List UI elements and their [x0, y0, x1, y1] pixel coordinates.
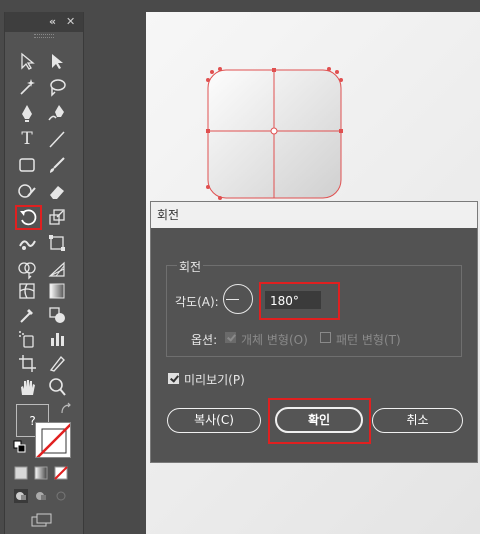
shaper-icon[interactable] — [16, 180, 38, 202]
shape-builder-icon[interactable] — [16, 258, 38, 280]
curvature-icon[interactable] — [46, 102, 68, 124]
symbol-sprayer-icon[interactable] — [16, 328, 38, 350]
direct-selection-icon[interactable] — [46, 50, 68, 72]
transform-objects-checkbox[interactable] — [225, 332, 236, 343]
panel-header: « ✕ — [5, 12, 83, 32]
hand-icon[interactable] — [16, 376, 38, 398]
options-label: 옵션: — [191, 333, 218, 347]
transform-objects-label: 개체 변형(O) — [241, 333, 308, 347]
warp-icon[interactable] — [16, 232, 38, 254]
eraser-icon[interactable] — [46, 180, 68, 202]
scale-icon[interactable] — [46, 206, 68, 228]
dialog-title[interactable]: 회전 — [151, 202, 477, 228]
perspective-grid-icon[interactable] — [46, 258, 68, 280]
rotate-group-label: 회전 — [177, 258, 204, 275]
default-colors-icon[interactable] — [13, 440, 27, 454]
rectangle-icon[interactable] — [16, 154, 38, 176]
gradient-icon[interactable] — [46, 280, 68, 302]
cancel-button[interactable]: 취소 — [372, 408, 463, 433]
collapse-icon[interactable]: « — [49, 15, 56, 28]
angle-dial[interactable] — [223, 284, 253, 314]
blend-icon[interactable] — [46, 304, 68, 326]
ok-highlight — [268, 398, 371, 444]
swap-fill-stroke-icon[interactable] — [59, 402, 73, 416]
panel-grip[interactable] — [34, 34, 54, 38]
rotate-dialog: 회전 회전 각도(A): 180° 옵션: 개체 변형(O) 패턴 변형(T) … — [150, 201, 478, 463]
active-tool-highlight — [15, 205, 42, 230]
none-mode-icon[interactable] — [53, 465, 69, 481]
slice-icon[interactable] — [46, 352, 68, 374]
paintbrush-icon[interactable] — [46, 154, 68, 176]
type-icon[interactable]: T — [16, 128, 38, 150]
preview-checkbox[interactable] — [168, 373, 179, 384]
tools-panel: « ✕ T ? — [4, 12, 84, 534]
draw-normal-icon[interactable] — [13, 488, 29, 504]
column-graph-icon[interactable] — [46, 328, 68, 350]
magic-wand-icon[interactable] — [16, 76, 38, 98]
preview-label: 미리보기(P) — [184, 373, 245, 387]
free-transform-icon[interactable] — [46, 232, 68, 254]
zoom-icon[interactable] — [46, 376, 68, 398]
stroke-swatch[interactable] — [35, 422, 71, 458]
artboard-icon[interactable] — [16, 352, 38, 374]
transform-patterns-label: 패턴 변형(T) — [336, 333, 401, 347]
transform-patterns-checkbox[interactable] — [320, 332, 331, 343]
line-segment-icon[interactable] — [46, 128, 68, 150]
copy-button[interactable]: 복사(C) — [167, 408, 261, 433]
close-icon[interactable]: ✕ — [66, 15, 75, 28]
lasso-icon[interactable] — [46, 76, 68, 98]
eyedropper-icon[interactable] — [16, 304, 38, 326]
selection-icon[interactable] — [16, 50, 38, 72]
pen-icon[interactable] — [16, 102, 38, 124]
draw-behind-icon[interactable] — [33, 488, 49, 504]
draw-inside-icon[interactable] — [53, 488, 69, 504]
color-mode-icon[interactable] — [13, 465, 29, 481]
angle-highlight — [259, 282, 340, 320]
angle-label: 각도(A): — [175, 295, 219, 309]
gradient-mode-icon[interactable] — [33, 465, 49, 481]
mesh-icon[interactable] — [16, 280, 38, 302]
screen-mode-icon[interactable] — [30, 512, 54, 528]
